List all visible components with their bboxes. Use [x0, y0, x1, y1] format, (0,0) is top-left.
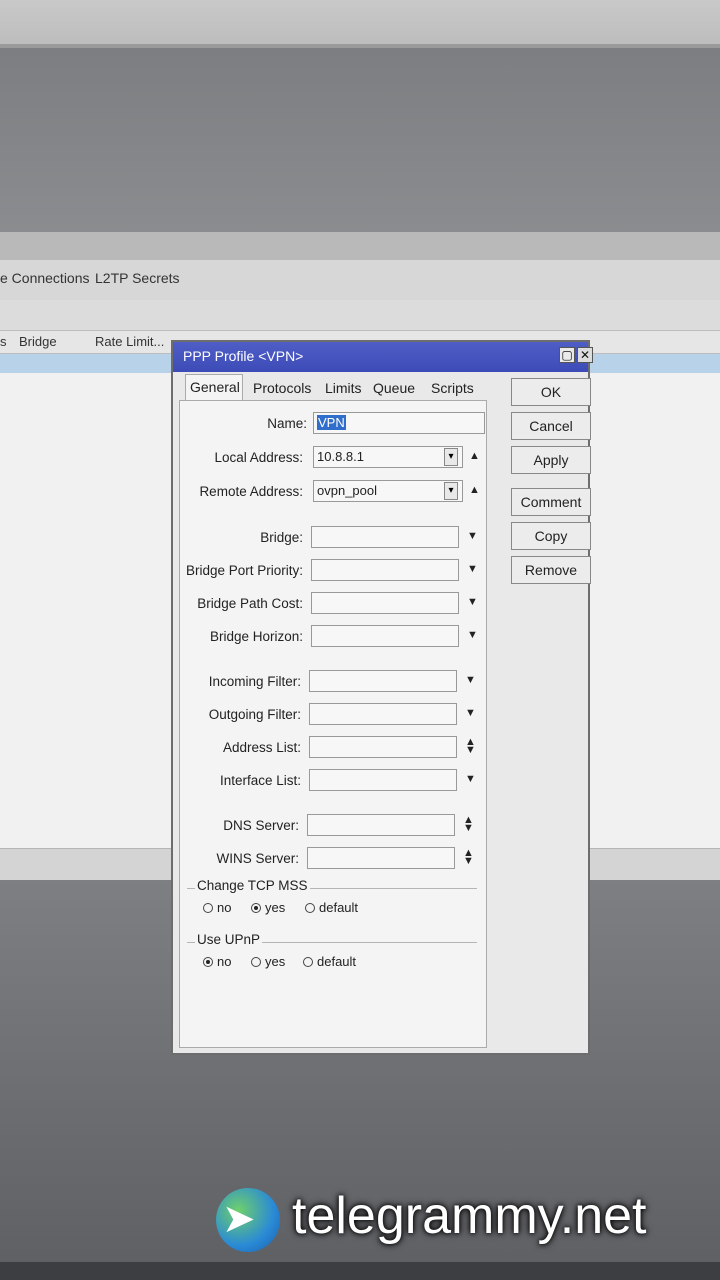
bridge-horizon-field[interactable]	[311, 625, 459, 647]
watermark-text: telegrammy.net	[292, 1187, 647, 1245]
tab-protocols[interactable]: Protocols	[253, 380, 311, 396]
radio-dot	[251, 957, 261, 967]
incoming-filter-dropdown-icon[interactable]: ▼	[465, 674, 476, 686]
column-header-rate-limit[interactable]: Rate Limit...	[95, 334, 164, 349]
dns-server-add-remove-icon[interactable]: ▲ ▼	[463, 815, 474, 834]
outgoing-filter-field[interactable]	[309, 703, 457, 725]
paper-plane-icon: ➤	[222, 1197, 256, 1241]
use-upnp-yes-radio[interactable]: yes	[251, 954, 285, 969]
name-value: VPN	[317, 415, 346, 430]
remote-address-dropdown-icon[interactable]: ▾	[444, 482, 458, 500]
interface-list-field[interactable]	[309, 769, 457, 791]
tab-l2tp-secrets[interactable]: L2TP Secrets	[95, 270, 180, 286]
bridge-dropdown-icon[interactable]: ▼	[467, 530, 478, 542]
tab-scripts[interactable]: Scripts	[431, 380, 474, 396]
name-field[interactable]: VPN	[313, 412, 485, 434]
bridge-port-priority-dropdown-icon[interactable]: ▼	[467, 563, 478, 575]
bridge-field[interactable]	[311, 526, 459, 548]
restore-icon[interactable]: ▢	[559, 347, 575, 363]
bridge-port-priority-field[interactable]	[311, 559, 459, 581]
interface-list-dropdown-icon[interactable]: ▼	[465, 773, 476, 785]
interface-list-label: Interface List:	[219, 773, 301, 788]
cancel-button[interactable]: Cancel	[511, 412, 591, 440]
bridge-horizon-label: Bridge Horizon:	[209, 629, 303, 644]
close-icon[interactable]: ✕	[577, 347, 593, 363]
local-address-field[interactable]: 10.8.8.1	[313, 446, 463, 468]
local-address-collapse-icon[interactable]: ▲	[469, 450, 480, 462]
local-address-value: 10.8.8.1	[317, 449, 364, 464]
taskbar	[0, 1262, 720, 1280]
incoming-filter-field[interactable]	[309, 670, 457, 692]
apply-button[interactable]: Apply	[511, 446, 591, 474]
radio-label: yes	[265, 900, 286, 915]
tab-queue[interactable]: Queue	[373, 380, 415, 396]
change-tcp-mss-label: Change TCP MSS	[195, 878, 310, 893]
outgoing-filter-label: Outgoing Filter:	[208, 707, 301, 722]
radio-label: default	[317, 954, 357, 969]
column-header[interactable]: s	[0, 334, 7, 349]
ppp-profile-dialog: PPP Profile <VPN> ▢ ✕ General Protocols …	[171, 340, 593, 1055]
change-tcp-mss-yes-radio[interactable]: yes	[251, 900, 285, 915]
radio-dot	[303, 957, 313, 967]
radio-label: no	[217, 954, 232, 969]
local-address-dropdown-icon[interactable]: ▾	[444, 448, 458, 466]
outgoing-filter-dropdown-icon[interactable]: ▼	[465, 707, 476, 719]
remote-address-collapse-icon[interactable]: ▲	[469, 484, 480, 496]
use-upnp-no-radio[interactable]: no	[203, 954, 231, 969]
radio-label: default	[319, 900, 359, 915]
name-label: Name:	[267, 416, 307, 431]
bridge-path-cost-dropdown-icon[interactable]: ▼	[467, 596, 478, 608]
radio-dot-selected	[251, 903, 261, 913]
radio-dot	[305, 903, 315, 913]
incoming-filter-label: Incoming Filter:	[208, 674, 301, 689]
tab-limits[interactable]: Limits	[325, 380, 362, 396]
tab-active-connections[interactable]: e Connections	[0, 270, 90, 286]
comment-button[interactable]: Comment	[511, 488, 591, 516]
bridge-label: Bridge:	[260, 530, 303, 545]
use-upnp-label: Use UPnP	[195, 932, 263, 947]
dialog-title: PPP Profile <VPN>	[183, 348, 304, 364]
remote-address-value: ovpn_pool	[317, 483, 377, 498]
change-tcp-mss-no-radio[interactable]: no	[203, 900, 231, 915]
column-header-bridge[interactable]: Bridge	[19, 334, 57, 349]
wins-server-label: WINS Server:	[216, 851, 299, 866]
dialog-titlebar[interactable]: PPP Profile <VPN> ▢ ✕	[173, 342, 593, 372]
monitor-top-area	[0, 0, 720, 48]
address-list-label: Address List:	[222, 740, 301, 755]
radio-label: no	[217, 900, 232, 915]
address-list-add-remove-icon[interactable]: ▲ ▼	[465, 737, 476, 756]
copy-button[interactable]: Copy	[511, 522, 591, 550]
radio-dot	[203, 903, 213, 913]
address-list-field[interactable]	[309, 736, 457, 758]
wins-server-add-remove-icon[interactable]: ▲ ▼	[463, 848, 474, 867]
dns-server-field[interactable]	[307, 814, 455, 836]
dns-server-label: DNS Server:	[223, 818, 299, 833]
tab-general[interactable]: General	[185, 374, 243, 400]
local-address-label: Local Address:	[214, 450, 303, 465]
bridge-path-cost-label: Bridge Path Cost:	[197, 596, 303, 611]
bridge-horizon-dropdown-icon[interactable]: ▼	[467, 629, 478, 641]
bridge-path-cost-field[interactable]	[311, 592, 459, 614]
change-tcp-mss-default-radio[interactable]: default	[305, 900, 358, 915]
remote-address-field[interactable]: ovpn_pool	[313, 480, 463, 502]
bridge-port-priority-label: Bridge Port Priority:	[185, 563, 303, 578]
ppp-window-titlebar	[0, 232, 720, 260]
desktop-background	[0, 48, 720, 233]
ppp-window-tabs: e Connections L2TP Secrets	[0, 260, 720, 300]
radio-dot-selected	[203, 957, 213, 967]
ok-button[interactable]: OK	[511, 378, 591, 406]
use-upnp-default-radio[interactable]: default	[303, 954, 356, 969]
radio-label: yes	[265, 954, 286, 969]
wins-server-field[interactable]	[307, 847, 455, 869]
remove-button[interactable]: Remove	[511, 556, 591, 584]
remote-address-label: Remote Address:	[199, 484, 303, 499]
